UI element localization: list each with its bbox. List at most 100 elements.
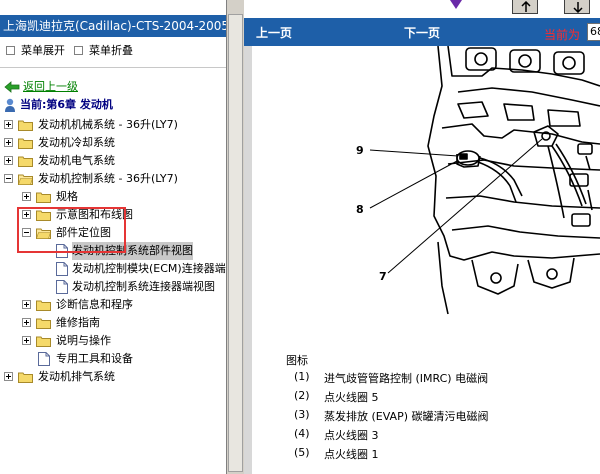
tree-item-engine-exhaust[interactable]: 发动机排气系统 <box>4 368 226 386</box>
back-link-label: 返回上一级 <box>23 80 78 93</box>
page-down-button[interactable] <box>564 0 590 14</box>
expand-plus-icon[interactable] <box>22 318 31 327</box>
tree-item-label: 部件定位图 <box>56 226 111 239</box>
folder-icon <box>18 138 33 149</box>
current-page-label: 当前为 <box>544 28 581 42</box>
document-icon <box>56 280 68 294</box>
legend-text: 进气歧管管路控制 (IMRC) 电磁阀 <box>324 372 489 385</box>
viewer-nav-bar: 上一页 下一页 当前为 68 <box>244 18 600 46</box>
document-page: 9 8 7 图标 (1) 进气歧管管路控制 (IMRC) 电磁阀 (2) 点火线… <box>252 46 600 474</box>
tree-item-label: 发动机排气系统 <box>38 370 115 383</box>
person-icon <box>5 98 15 112</box>
tree-item-diagnostics[interactable]: 诊断信息和程序 <box>22 296 226 314</box>
folder-icon <box>36 210 51 221</box>
document-viewer[interactable]: 9 8 7 图标 (1) 进气歧管管路控制 (IMRC) 电磁阀 (2) 点火线… <box>244 46 600 474</box>
tree-item-engine-mechanical[interactable]: 发动机机械系统 - 36升(LY7) <box>4 116 226 134</box>
folder-open-icon <box>18 174 33 185</box>
scrollbar-thumb[interactable] <box>228 14 243 472</box>
legend-text: 点火线圈 1 <box>324 448 379 461</box>
callout-label: 8 <box>356 203 364 216</box>
expand-icon <box>6 46 15 55</box>
document-icon <box>56 262 68 276</box>
callout-label: 7 <box>379 270 387 283</box>
folder-icon <box>18 156 33 167</box>
page-number-input[interactable]: 68 <box>587 23 600 41</box>
collapse-icon <box>74 46 83 55</box>
tree-item-ecm-connector[interactable]: 发动机控制模块(ECM)连接器端 <box>56 260 226 278</box>
panel-scrollbar[interactable] <box>226 0 244 474</box>
arrow-icon <box>521 1 531 12</box>
tree-item-repair-guide[interactable]: 维修指南 <box>22 314 226 332</box>
expand-plus-icon[interactable] <box>4 372 13 381</box>
engine-component-diagram: 9 8 7 <box>356 46 600 315</box>
legend-text: 点火线圈 5 <box>324 391 379 404</box>
collapse-all-label: 菜单折叠 <box>89 44 133 57</box>
tree-item-engine-control[interactable]: 发动机控制系统 - 36升(LY7) <box>4 170 226 188</box>
prev-page-link[interactable]: 上一页 <box>256 24 292 41</box>
tree-item-label: 规格 <box>56 190 78 203</box>
expand-plus-icon[interactable] <box>22 210 31 219</box>
legend-text: 点火线圈 3 <box>324 429 379 442</box>
flag-icon <box>450 0 462 9</box>
legend-number: (2) <box>294 389 310 402</box>
toolbar-strip <box>244 0 600 15</box>
tree-item-label: 诊断信息和程序 <box>56 298 133 311</box>
folder-icon <box>36 300 51 311</box>
tree-item-label: 示意图和布线图 <box>56 208 133 221</box>
tree-item-engine-electrical[interactable]: 发动机电气系统 <box>4 152 226 170</box>
document-icon <box>56 244 68 258</box>
tree-item-connector-views[interactable]: 发动机控制系统连接器端视图 <box>56 278 226 296</box>
tree-item-engine-cooling[interactable]: 发动机冷却系统 <box>4 134 226 152</box>
collapse-all-button[interactable]: 菜单折叠 <box>74 43 133 59</box>
tree-item-label: 维修指南 <box>56 316 100 329</box>
arrow-icon <box>573 2 583 13</box>
folder-icon <box>36 318 51 329</box>
expand-plus-icon[interactable] <box>4 138 13 147</box>
legend-number: (3) <box>294 408 310 421</box>
expand-all-button[interactable]: 菜单展开 <box>6 43 65 59</box>
folder-icon <box>18 120 33 131</box>
page-up-button[interactable] <box>512 0 538 14</box>
expand-all-label: 菜单展开 <box>21 44 65 57</box>
legend-number: (5) <box>294 446 310 459</box>
navigation-panel: 上海凯迪拉克(Cadillac)-CTS-2004-2005 菜单展开 菜单折叠… <box>0 0 226 474</box>
divider <box>0 67 226 68</box>
manual-title: 上海凯迪拉克(Cadillac)-CTS-2004-2005 <box>0 15 226 37</box>
tree-item-label: 发动机电气系统 <box>38 154 115 167</box>
tree-item-label: 说明与操作 <box>56 334 111 347</box>
tree-item-special-tools[interactable]: 专用工具和设备 <box>38 350 226 368</box>
expand-plus-icon[interactable] <box>4 120 13 129</box>
back-arrow-icon <box>4 81 20 93</box>
tree-item-label: 发动机冷却系统 <box>38 136 115 149</box>
menu-controls: 菜单展开 菜单折叠 <box>0 40 226 60</box>
legend-title: 图标 <box>286 354 308 367</box>
document-icon <box>38 352 50 366</box>
expand-plus-icon[interactable] <box>4 156 13 165</box>
tree-item-label: 发动机控制系统部件视图 <box>72 242 193 260</box>
legend-number: (4) <box>294 427 310 440</box>
tree-item-label: 发动机机械系统 - 36升(LY7) <box>38 118 178 131</box>
expand-plus-icon[interactable] <box>22 300 31 309</box>
tree-item-component-views[interactable]: 发动机控制系统部件视图 <box>56 242 226 260</box>
folder-open-icon <box>36 228 51 239</box>
collapse-minus-icon[interactable] <box>4 174 13 183</box>
legend-text: 蒸发排放 (EVAP) 碳罐清污电磁阀 <box>324 410 489 423</box>
tree-item-specs[interactable]: 规格 <box>22 188 226 206</box>
next-page-link[interactable]: 下一页 <box>404 24 440 41</box>
folder-icon <box>36 336 51 347</box>
current-chapter-label: 当前:第6章 发动机 <box>20 98 113 111</box>
tree-item-description[interactable]: 说明与操作 <box>22 332 226 350</box>
folder-icon <box>18 372 33 383</box>
legend-number: (1) <box>294 370 310 383</box>
tree-item-schematics[interactable]: 示意图和布线图 <box>22 206 226 224</box>
tree-item-label: 发动机控制模块(ECM)连接器端 <box>72 262 226 275</box>
tree-item-label: 专用工具和设备 <box>56 352 133 365</box>
expand-plus-icon[interactable] <box>22 336 31 345</box>
tree-item-label: 发动机控制系统 - 36升(LY7) <box>38 172 178 185</box>
collapse-minus-icon[interactable] <box>22 228 31 237</box>
callout-label: 9 <box>356 144 364 157</box>
folder-icon <box>36 192 51 203</box>
tree-item-component-locator[interactable]: 部件定位图 <box>22 224 226 242</box>
expand-plus-icon[interactable] <box>22 192 31 201</box>
tree-item-label: 发动机控制系统连接器端视图 <box>72 280 215 293</box>
